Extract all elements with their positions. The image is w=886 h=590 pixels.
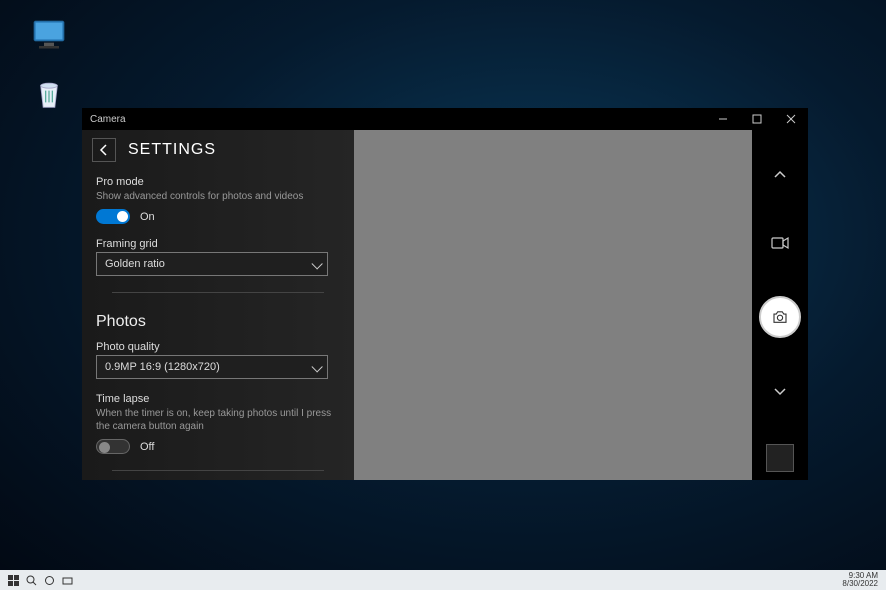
next-mode-button[interactable] (765, 376, 795, 406)
camera-icon (771, 308, 789, 326)
time-lapse-toggle[interactable] (96, 439, 130, 454)
time-lapse-description: When the timer is on, keep taking photos… (96, 407, 340, 433)
chevron-down-icon (772, 383, 788, 399)
maximize-button[interactable] (740, 108, 774, 130)
divider (112, 292, 324, 293)
task-view-button[interactable] (40, 571, 58, 589)
close-button[interactable] (774, 108, 808, 130)
framing-grid-label: Framing grid (96, 238, 340, 250)
settings-title: SETTINGS (128, 141, 216, 159)
divider (112, 470, 324, 471)
start-button[interactable] (4, 571, 22, 589)
search-icon (26, 575, 37, 586)
camera-controls (752, 130, 808, 480)
video-icon (771, 236, 789, 250)
pro-mode-description: Show advanced controls for photos and vi… (96, 190, 340, 203)
taskbar-app[interactable] (58, 571, 76, 589)
recycle-bin-icon (29, 74, 69, 114)
prev-mode-button[interactable] (765, 160, 795, 190)
gallery-thumbnail[interactable] (766, 444, 794, 472)
clock-date: 8/30/2022 (842, 580, 878, 588)
pro-mode-state: On (140, 211, 155, 223)
window-title: Camera (90, 114, 126, 125)
minimize-button[interactable] (706, 108, 740, 130)
pc-icon (29, 16, 69, 56)
desktop-icon-recycle-bin[interactable] (24, 74, 74, 119)
system-tray[interactable]: 9:30 AM 8/30/2022 (842, 572, 882, 588)
camera-window: Camera SETTINGS Pro mode Show advanced c… (82, 108, 808, 480)
settings-panel: SETTINGS Pro mode Show advanced controls… (82, 130, 354, 480)
pro-mode-toggle[interactable] (96, 209, 130, 224)
photo-quality-value: 0.9MP 16:9 (1280x720) (105, 361, 220, 373)
framing-grid-select[interactable]: Golden ratio (96, 252, 328, 276)
photos-section-title: Photos (82, 299, 354, 337)
videos-section-title: Videos (82, 477, 354, 480)
app-icon (62, 575, 73, 586)
task-view-icon (44, 575, 55, 586)
video-mode-button[interactable] (765, 228, 795, 258)
search-button[interactable] (22, 571, 40, 589)
arrow-left-icon (97, 143, 111, 157)
titlebar[interactable]: Camera (82, 108, 808, 130)
chevron-up-icon (772, 167, 788, 183)
framing-grid-value: Golden ratio (105, 258, 165, 270)
desktop-icon-this-pc[interactable] (24, 16, 74, 61)
pro-mode-label: Pro mode (96, 176, 340, 188)
time-lapse-state: Off (140, 441, 154, 453)
taskbar[interactable]: 9:30 AM 8/30/2022 (0, 570, 886, 590)
time-lapse-label: Time lapse (96, 393, 340, 405)
camera-preview (354, 130, 752, 480)
photo-quality-label: Photo quality (96, 341, 340, 353)
shutter-button[interactable] (759, 296, 801, 338)
photo-quality-select[interactable]: 0.9MP 16:9 (1280x720) (96, 355, 328, 379)
windows-icon (8, 575, 19, 586)
back-button[interactable] (92, 138, 116, 162)
